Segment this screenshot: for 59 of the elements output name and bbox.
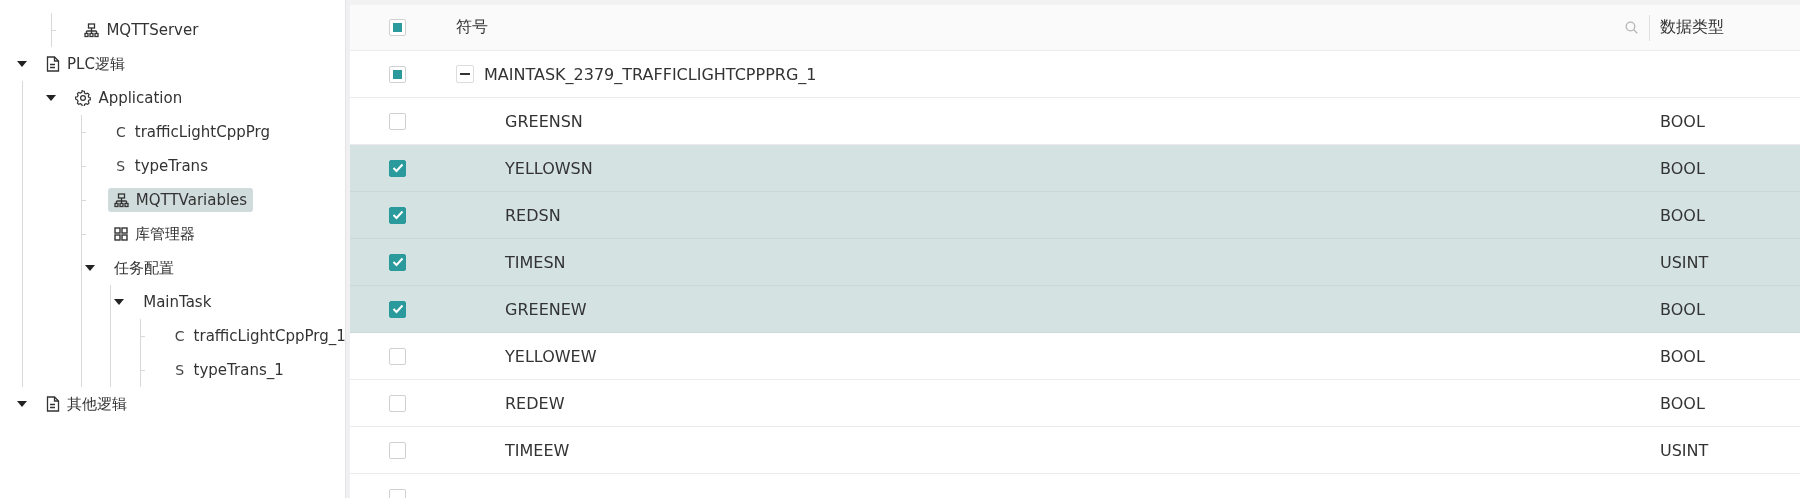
row-checkbox[interactable] [389, 206, 406, 224]
row-checkbox[interactable] [389, 159, 406, 177]
group-label: MAINTASK_2379_TRAFFICLIGHTCPPPRG_1 [484, 64, 817, 84]
document-icon [46, 56, 60, 72]
table-cell-text: USINT [1659, 440, 1710, 460]
column-header[interactable]: 符号 [444, 17, 1625, 38]
table-cell-text: GREENEW [504, 299, 588, 319]
minus-icon [460, 73, 470, 75]
type-letter: C [173, 328, 186, 344]
table-cell-text: TIMESN [504, 252, 567, 272]
table-cell-text: BOOL [1659, 205, 1706, 225]
row-checkbox[interactable] [389, 347, 406, 365]
caret-icon[interactable] [17, 401, 27, 407]
row-checkbox[interactable] [389, 394, 406, 412]
row-checkbox[interactable] [389, 112, 406, 130]
document-icon [46, 396, 60, 412]
tree-item[interactable]: 任务配置 [107, 255, 180, 281]
tree-item[interactable]: C trafficLightCppPrg [107, 120, 276, 144]
tree-item[interactable]: Application [69, 86, 189, 110]
tree-item[interactable]: MQTTServer [78, 18, 205, 42]
tree-item[interactable]: PLC逻辑 [40, 51, 131, 77]
caret-icon[interactable] [17, 61, 27, 67]
tree-item[interactable]: S typeTrans_1 [166, 358, 290, 382]
caret-icon[interactable] [46, 95, 57, 101]
tree-item[interactable]: MainTask [137, 290, 218, 314]
type-letter: S [174, 362, 185, 378]
network-icon [113, 192, 129, 208]
row-checkbox[interactable] [389, 441, 406, 459]
table-cell-text: REDEW [504, 393, 566, 413]
table-cell-text: YELLOWSN [504, 158, 594, 178]
search-icon[interactable] [1625, 21, 1638, 34]
row-checkbox[interactable] [389, 300, 406, 318]
table-cell-text: YELLOWEW [504, 346, 598, 366]
table-cell-text: REDSN [504, 205, 562, 225]
tree-item[interactable]: 库管理器 [107, 221, 201, 247]
table-cell-text: BOOL [1659, 158, 1706, 178]
column-header[interactable]: 数据类型 [1650, 17, 1800, 38]
row-checkbox[interactable] [389, 65, 406, 83]
caret-icon[interactable] [114, 299, 125, 305]
tree-item[interactable]: S typeTrans [107, 154, 214, 178]
caret-icon[interactable] [84, 265, 95, 271]
type-letter: C [114, 124, 127, 140]
table-cell-text: BOOL [1659, 111, 1706, 131]
collapse-button[interactable] [456, 65, 474, 83]
table-cell-text: BOOL [1659, 393, 1706, 413]
type-letter: S [115, 158, 127, 174]
network-icon [84, 22, 100, 38]
settings-icon [75, 90, 92, 106]
tree-item[interactable]: 其他逻辑 [40, 391, 133, 417]
table-cell-text: BOOL [1659, 346, 1706, 366]
select-all-checkbox[interactable] [389, 19, 406, 36]
tree-item[interactable]: MQTTVariables [107, 188, 254, 212]
grid-icon [113, 227, 128, 241]
table-cell-text: TIMEEW [504, 440, 571, 460]
tree-item[interactable]: C trafficLightCppPrg_1 [166, 324, 345, 348]
table-cell-text: BOOL [1659, 299, 1706, 319]
table-cell-text: GREENSN [504, 111, 584, 131]
row-checkbox[interactable] [389, 253, 406, 271]
table-cell-text: USINT [1659, 252, 1710, 272]
